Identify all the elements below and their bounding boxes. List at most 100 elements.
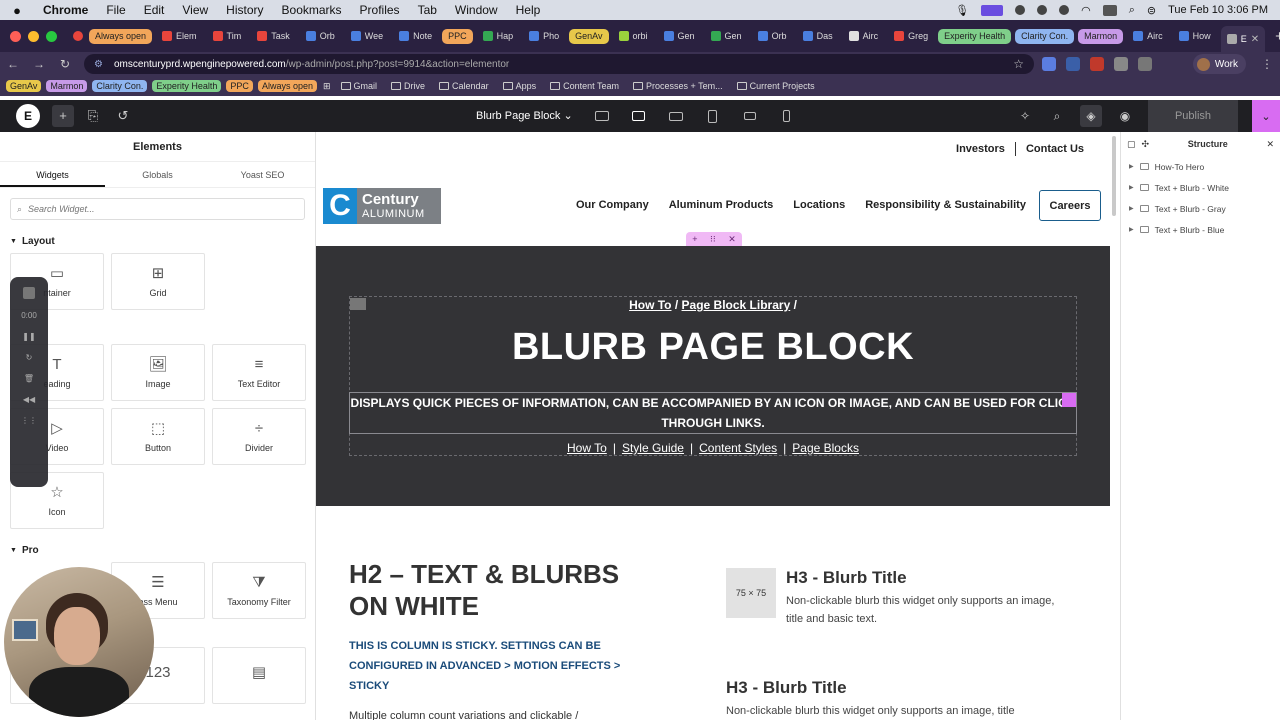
browser-tab[interactable]: Airc: [1127, 25, 1169, 47]
rewind-icon[interactable]: ◀◀: [23, 395, 35, 404]
browser-tab[interactable]: GenAv: [569, 28, 609, 44]
caret-right-icon[interactable]: ▶: [1129, 184, 1134, 191]
extension-icon[interactable]: [1042, 57, 1056, 71]
widget-tile[interactable]: ≡ Text Editor: [212, 344, 306, 401]
status-icon[interactable]: [1015, 5, 1026, 15]
browser-tab[interactable]: Orb: [752, 25, 793, 47]
menu-edit[interactable]: Edit: [135, 3, 174, 17]
site-info-icon[interactable]: ⚙: [94, 59, 106, 70]
bookmark-pill[interactable]: PPC: [226, 80, 253, 92]
nav-link[interactable]: Our Company: [576, 199, 649, 211]
bookmark-link[interactable]: Drive: [387, 81, 429, 91]
browser-tab[interactable]: Clarity Con.: [1015, 28, 1075, 44]
bookmark-link[interactable]: Current Projects: [733, 81, 819, 91]
browser-tab[interactable]: Greg: [888, 25, 934, 47]
utility-link-contact[interactable]: Contact Us: [1026, 143, 1084, 155]
browser-tab[interactable]: Task: [251, 25, 296, 47]
section-handle[interactable]: + ⁝⁝ ✕: [686, 232, 742, 246]
utility-link-investors[interactable]: Investors: [956, 143, 1005, 155]
device-mobile-icon[interactable]: [775, 106, 798, 126]
browser-tab[interactable]: Wee: [345, 25, 389, 47]
side-panel-icon[interactable]: [1138, 57, 1152, 71]
structure-layers-icon[interactable]: ◈: [1080, 105, 1102, 127]
panel-tab[interactable]: Yoast SEO: [210, 162, 315, 187]
media-icon[interactable]: [67, 25, 89, 47]
panel-tab[interactable]: Widgets: [0, 162, 105, 187]
browser-tab[interactable]: orbi: [613, 25, 654, 47]
browser-tab[interactable]: PPC: [442, 28, 473, 44]
hero-link[interactable]: How To: [567, 441, 607, 455]
edit-widget-icon[interactable]: [1062, 393, 1076, 407]
publish-button[interactable]: Publish: [1148, 100, 1238, 132]
search-icon[interactable]: ⌕: [1048, 109, 1066, 124]
add-element-icon[interactable]: +: [52, 105, 74, 127]
delete-section-icon[interactable]: ✕: [728, 234, 736, 245]
browser-tab[interactable]: Airc: [843, 25, 885, 47]
widget-tile[interactable]: ▤: [212, 647, 306, 704]
extension-icon[interactable]: [1090, 57, 1104, 71]
widget-search-input[interactable]: [28, 204, 279, 214]
bookmark-link[interactable]: Apps: [499, 81, 541, 91]
close-tab-icon[interactable]: ✕: [1251, 34, 1259, 45]
add-section-icon[interactable]: +: [692, 234, 697, 244]
canvas-scrollbar[interactable]: [1112, 136, 1116, 216]
device-desktop-icon[interactable]: [627, 106, 650, 126]
caret-right-icon[interactable]: ▶: [1129, 163, 1134, 170]
menu-history[interactable]: History: [217, 3, 272, 17]
pause-icon[interactable]: ❚❚: [22, 332, 35, 341]
category-pro[interactable]: ▼ Pro: [0, 539, 315, 562]
reload-icon[interactable]: ↻: [52, 57, 78, 71]
address-bar[interactable]: ⚙ omscenturyprd.wpenginepowered.com /wp-…: [84, 54, 1034, 74]
app-name[interactable]: Chrome: [34, 3, 97, 17]
wifi-icon[interactable]: ◠: [1081, 4, 1091, 17]
device-laptop-icon[interactable]: [664, 106, 687, 126]
bookmark-pill[interactable]: Experity Health: [152, 80, 222, 92]
browser-tab[interactable]: Orb: [300, 25, 341, 47]
hero-section[interactable]: How To / Page Block Library / BLURB PAGE…: [316, 246, 1110, 542]
category-layout[interactable]: ▼ Layout: [0, 230, 315, 253]
text-blurb-section[interactable]: H2 – TEXT & BLURBS ON WHITE THIS IS COLU…: [316, 506, 1110, 720]
extension-icon[interactable]: [1066, 57, 1080, 71]
apps-grid-icon[interactable]: ⊞: [323, 81, 331, 92]
bookmark-pill[interactable]: GenAv: [6, 80, 42, 92]
bookmark-star-icon[interactable]: ☆: [1013, 57, 1024, 71]
browser-tab[interactable]: Elem: [156, 25, 203, 47]
profile-button[interactable]: Work: [1192, 54, 1246, 74]
page-settings-icon[interactable]: ⎘: [78, 108, 108, 124]
zoom-window-button[interactable]: [46, 30, 57, 42]
browser-tab[interactable]: Experity Health: [938, 28, 1012, 44]
control-center-icon[interactable]: ⊜: [1147, 4, 1156, 17]
panel-tab[interactable]: Globals: [105, 162, 210, 187]
apple-icon[interactable]: ●: [0, 3, 34, 18]
menu-window[interactable]: Window: [446, 3, 507, 17]
extensions-puzzle-icon[interactable]: [1114, 57, 1128, 71]
history-icon[interactable]: ↺: [108, 108, 138, 124]
battery-icon[interactable]: [1102, 4, 1117, 16]
browser-tab[interactable]: E ✕: [1220, 26, 1266, 52]
browser-tab[interactable]: Note: [393, 25, 438, 47]
document-title-dropdown[interactable]: Blurb Page Block ⌄: [476, 109, 573, 122]
bookmark-pill[interactable]: Always open: [257, 80, 317, 92]
menu-view[interactable]: View: [173, 3, 217, 17]
nav-link[interactable]: Responsibility & Sustainability: [865, 199, 1026, 211]
widget-tile[interactable]: ⊞ Grid: [111, 253, 205, 310]
browser-tab[interactable]: Hap: [477, 25, 520, 47]
hero-link[interactable]: Style Guide: [622, 441, 684, 455]
bookmark-link[interactable]: Processes + Tem...: [629, 81, 727, 91]
menu-help[interactable]: Help: [507, 3, 550, 17]
new-tab-button[interactable]: +: [1265, 28, 1280, 45]
body-text[interactable]: Multiple column count variations and cli…: [349, 710, 578, 720]
bookmark-link[interactable]: Calendar: [435, 81, 493, 91]
stop-recording-button[interactable]: [23, 287, 35, 299]
page-title[interactable]: BLURB PAGE BLOCK: [316, 326, 1110, 369]
blurb[interactable]: 75 × 75 H3 - Blurb Title Non-clickable b…: [726, 568, 1066, 628]
hero-link[interactable]: Content Styles: [699, 441, 777, 455]
structure-item[interactable]: ▶ Text + Blurb - Gray: [1121, 198, 1280, 219]
forward-icon[interactable]: →: [26, 57, 52, 71]
menu-kebab-icon[interactable]: ⋮: [1254, 57, 1280, 71]
drag-grip-icon[interactable]: ⋮⋮: [21, 416, 37, 425]
device-mobile-landscape-icon[interactable]: [738, 106, 761, 126]
structure-item[interactable]: ▶ Text + Blurb - Blue: [1121, 219, 1280, 240]
bookmark-pill[interactable]: Clarity Con.: [92, 80, 148, 92]
hero-link[interactable]: Page Blocks: [792, 441, 859, 455]
